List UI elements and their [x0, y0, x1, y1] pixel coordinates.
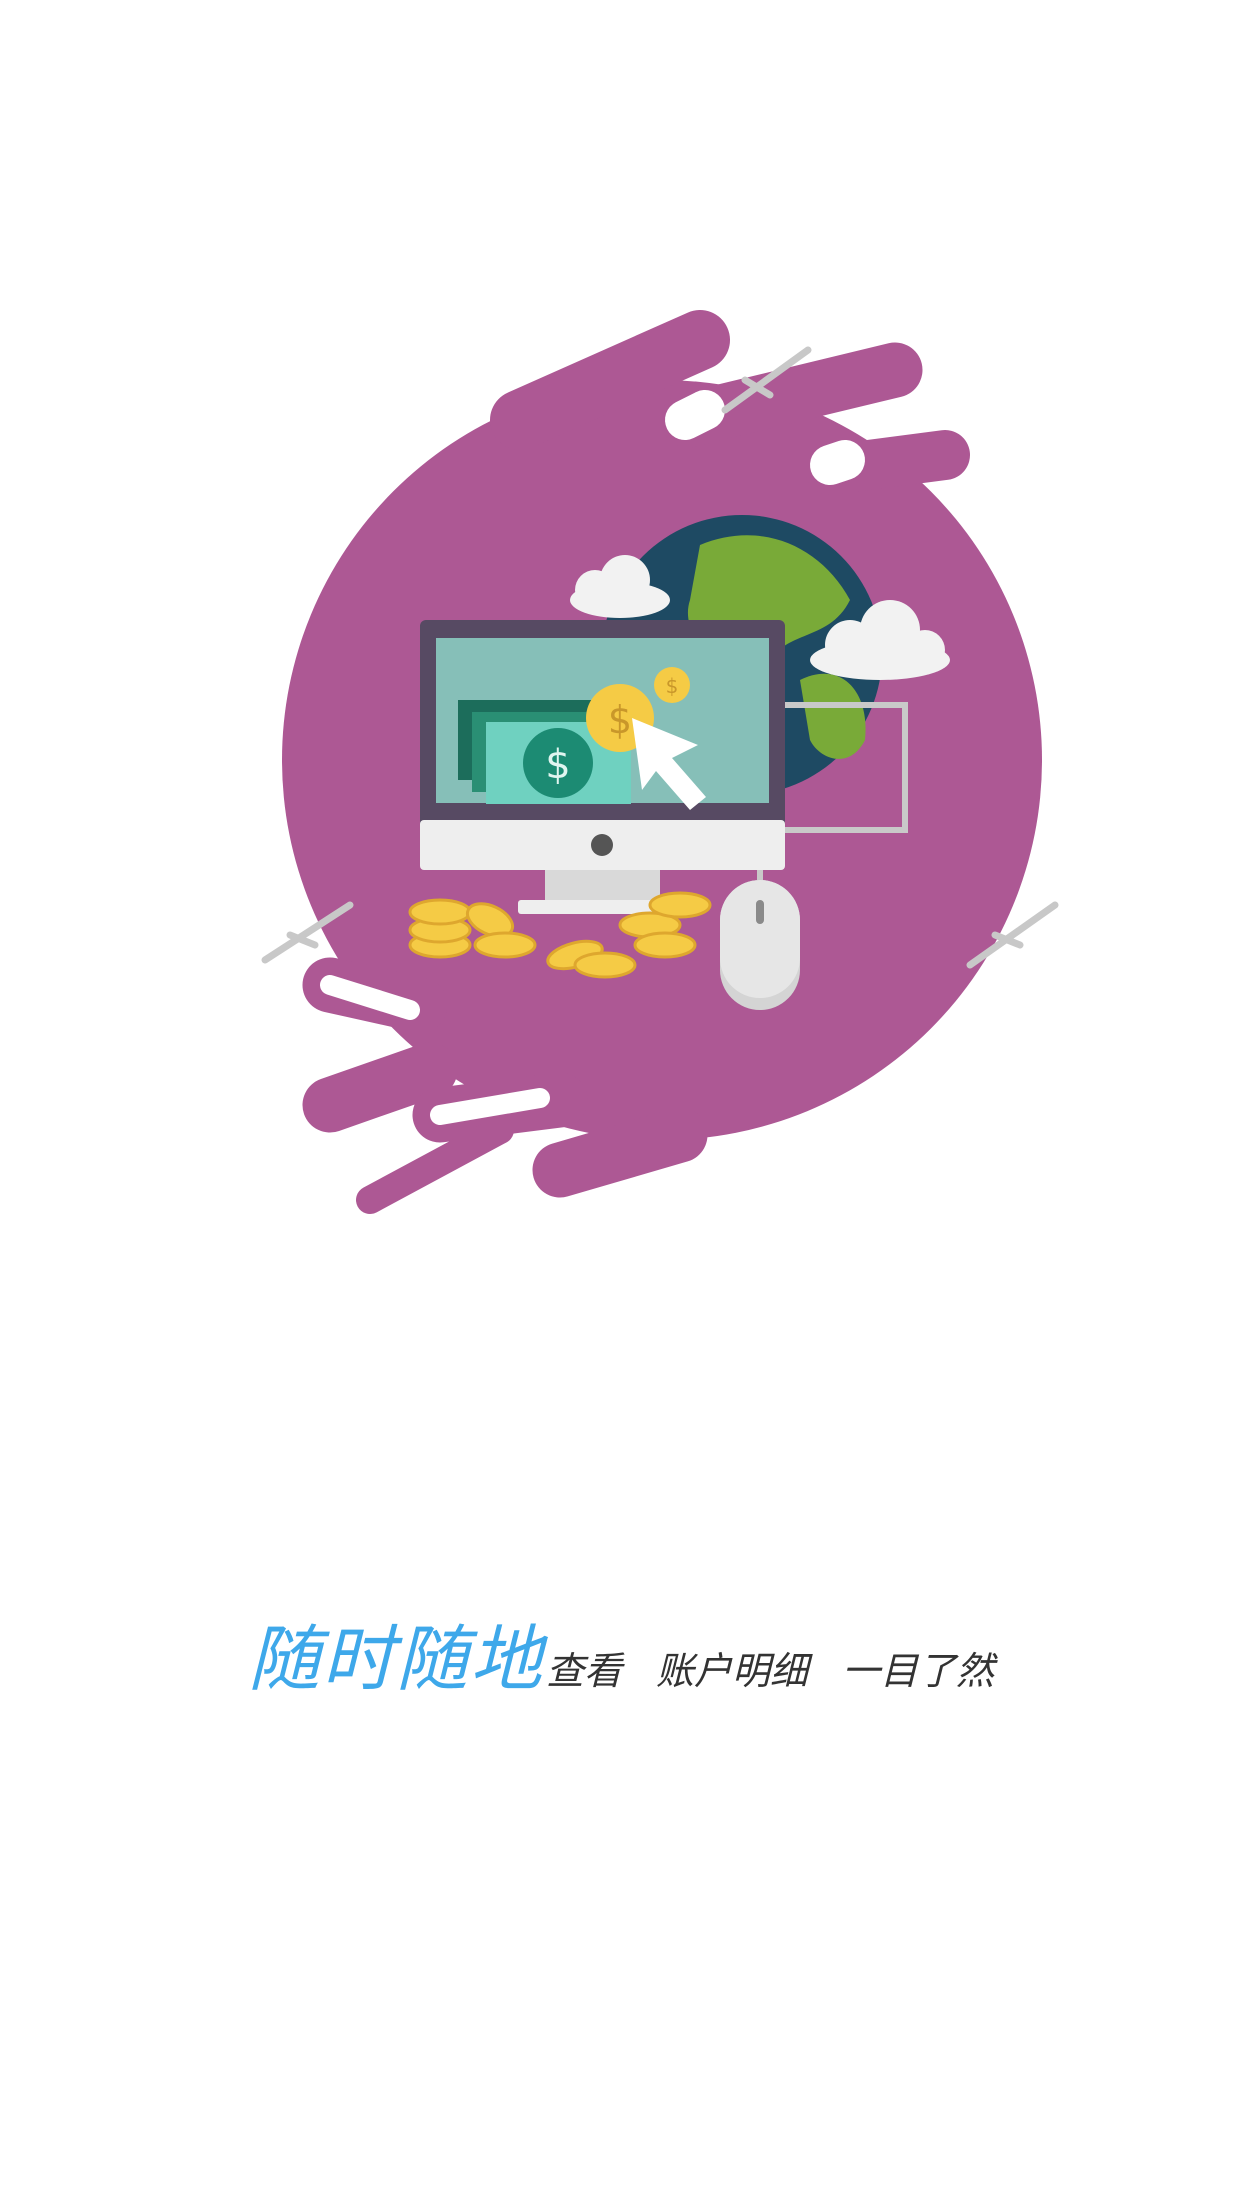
- slogan: 随时随地查看 账户明细 一目了然: [0, 1600, 1242, 1705]
- slogan-part-at-a-glance: 一目了然: [842, 1649, 995, 1693]
- slogan-highlight: 随时随地: [247, 1617, 544, 1701]
- mouse-icon: [720, 880, 800, 1010]
- svg-text:$: $: [666, 674, 679, 698]
- slogan-part-view: 查看: [545, 1649, 622, 1693]
- onboarding-illustration: $ $ $: [261, 310, 1059, 1214]
- svg-text:$: $: [545, 742, 570, 788]
- slogan-part-account-details: 账户明细: [656, 1649, 809, 1693]
- slogan-rest: 查看 账户明细 一目了然: [546, 1649, 994, 1693]
- svg-text:$: $: [608, 698, 632, 742]
